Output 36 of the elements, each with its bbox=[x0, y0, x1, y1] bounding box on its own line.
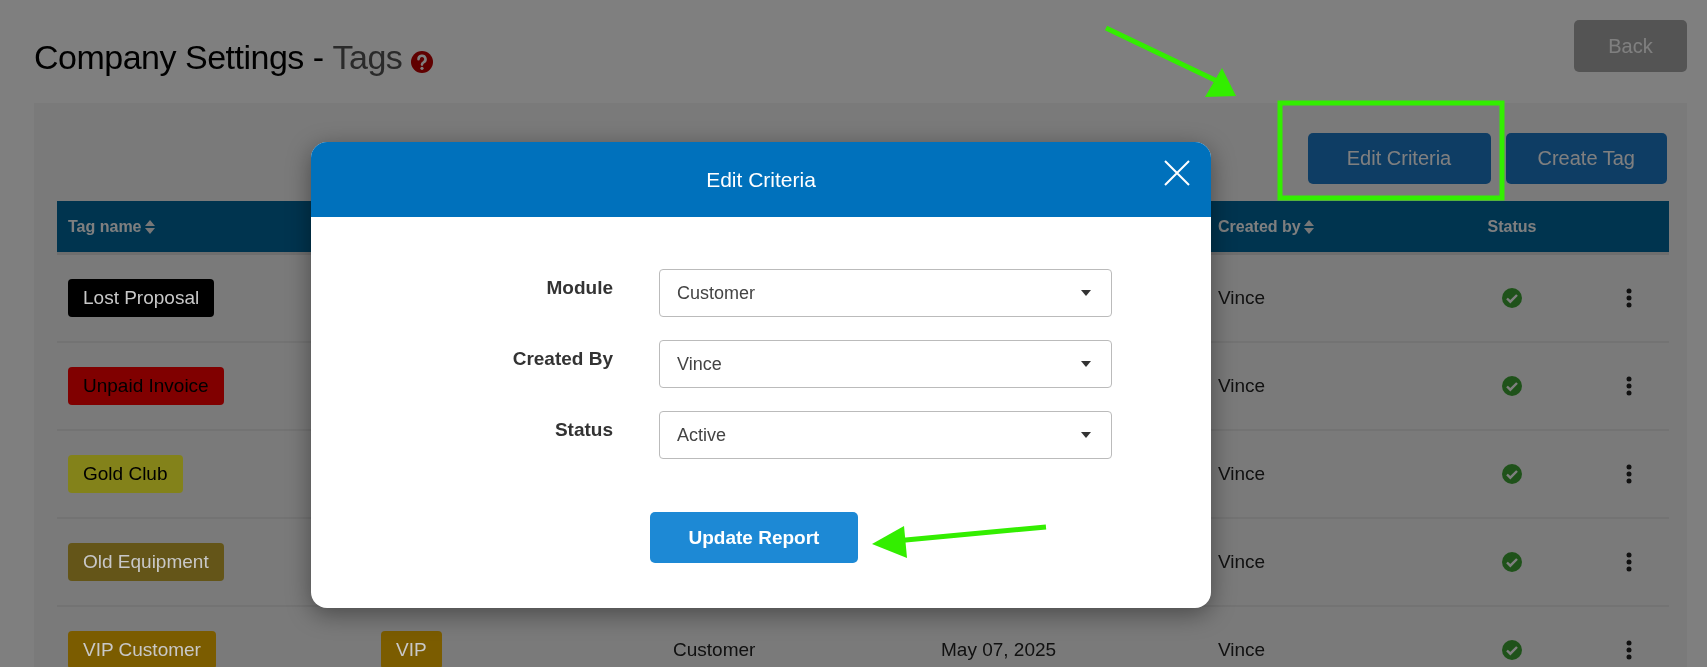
caret-icon bbox=[1081, 290, 1091, 296]
tag-label: VIP Customer bbox=[68, 631, 216, 667]
tag-label: Lost Proposal bbox=[68, 279, 215, 317]
dialog-title: Edit Criteria bbox=[706, 167, 816, 192]
dropdown[interactable]: Customer bbox=[659, 269, 1112, 317]
column-header[interactable]: Created by bbox=[1218, 217, 1314, 236]
table-cell: Customer bbox=[673, 639, 756, 660]
dropdown[interactable]: Active bbox=[659, 411, 1112, 459]
more-icon[interactable] bbox=[1626, 640, 1632, 660]
table-cell: May 07, 2025 bbox=[941, 639, 1057, 660]
field-label: Status bbox=[553, 418, 613, 441]
more-icon[interactable] bbox=[1626, 376, 1632, 396]
toolbar-button[interactable]: Create Tag bbox=[1505, 133, 1667, 184]
more-icon[interactable] bbox=[1626, 288, 1632, 308]
table-cell: Vince bbox=[1218, 463, 1266, 484]
more-icon[interactable] bbox=[1626, 464, 1632, 484]
table-cell: Vince bbox=[1218, 375, 1266, 396]
toolbar-button[interactable]: Edit Criteria bbox=[1307, 133, 1491, 184]
tag-label: Unpaid Invoice bbox=[68, 367, 224, 405]
column-header[interactable]: Tag name bbox=[68, 217, 155, 236]
tag-label: Gold Club bbox=[68, 455, 183, 493]
column-header: Status bbox=[1487, 217, 1537, 236]
table-cell: Vince bbox=[1218, 639, 1266, 660]
dropdown[interactable]: Vince bbox=[659, 340, 1112, 388]
more-icon[interactable] bbox=[1626, 552, 1632, 572]
tag-label: Old Equipment bbox=[68, 543, 224, 581]
help-icon[interactable] bbox=[410, 50, 435, 74]
page-title: Company Settings - Tags bbox=[34, 38, 403, 77]
table-cell: Vince bbox=[1218, 551, 1266, 572]
close-icon[interactable] bbox=[1164, 160, 1190, 186]
field-label: Module bbox=[545, 276, 613, 299]
update-report-button[interactable]: Update Report bbox=[650, 512, 858, 563]
field-label: Created By bbox=[511, 347, 613, 370]
tag-label: VIP bbox=[381, 631, 442, 667]
table-cell: Vince bbox=[1218, 287, 1266, 308]
caret-icon bbox=[1081, 361, 1091, 367]
